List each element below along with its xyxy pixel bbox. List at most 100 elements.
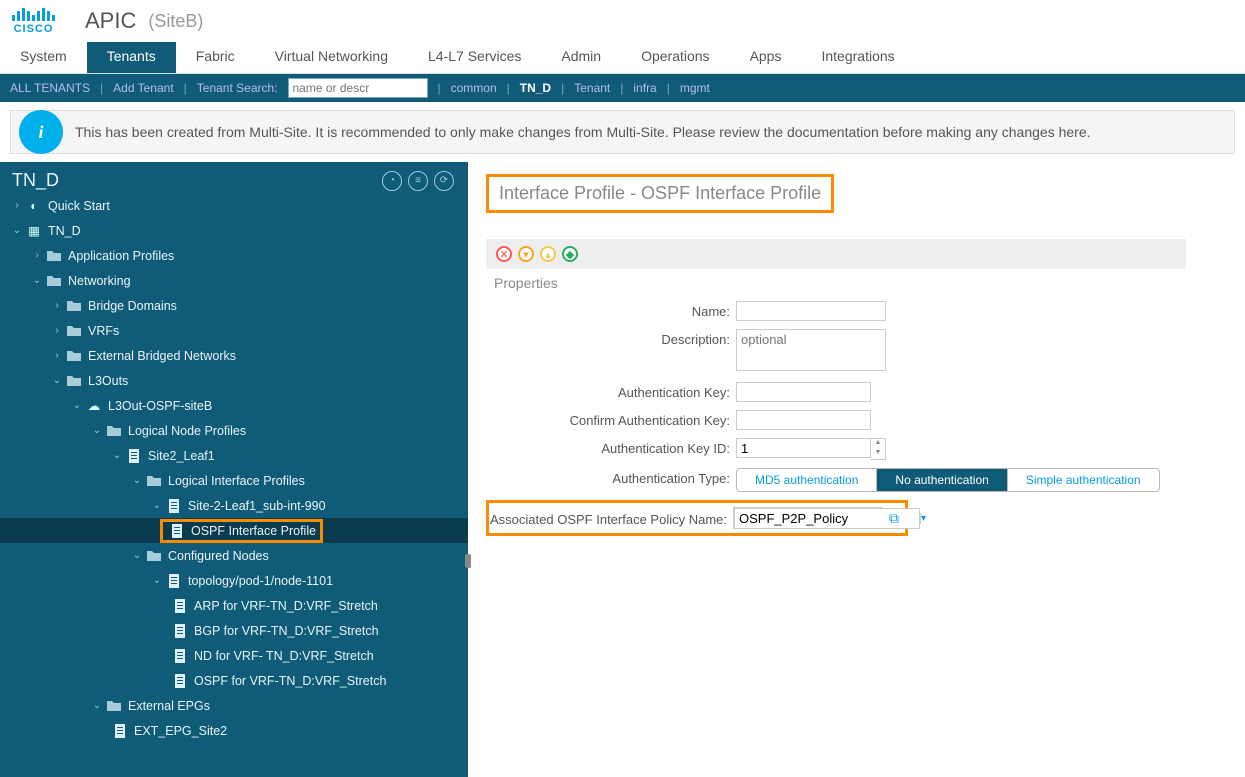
- tree-networking[interactable]: ⌄ Networking: [0, 268, 468, 293]
- authkey-input[interactable]: [736, 382, 871, 402]
- tenant-link-tnd[interactable]: TN_D: [520, 81, 551, 95]
- authkeyid-stepper[interactable]: ▲ ▼: [736, 438, 886, 460]
- fault-warning-icon[interactable]: ◆: [562, 246, 578, 262]
- pane-splitter[interactable]: [465, 554, 471, 568]
- nav-admin[interactable]: Admin: [541, 42, 621, 73]
- fault-major-icon[interactable]: ▾: [518, 246, 534, 262]
- assoc-policy-label: Associated OSPF Interface Policy Name:: [489, 509, 733, 527]
- sidebar-action-1[interactable]: ◔: [382, 171, 402, 191]
- tenant-search-input[interactable]: [288, 78, 428, 98]
- tree-tenant-root[interactable]: ⌄ ▦ TN_D: [0, 218, 468, 243]
- tree-label: ARP for VRF-TN_D:VRF_Stretch: [194, 599, 378, 613]
- tree-bgp-vrf[interactable]: BGP for VRF-TN_D:VRF_Stretch: [0, 618, 468, 643]
- tenant-link-mgmt[interactable]: mgmt: [680, 81, 710, 95]
- authkeyid-label: Authentication Key ID:: [486, 438, 736, 456]
- nav-virtual-networking[interactable]: Virtual Networking: [255, 42, 408, 73]
- doc-icon: [172, 673, 188, 689]
- step-down-icon[interactable]: ▼: [871, 449, 885, 459]
- doc-icon: [166, 573, 182, 589]
- fault-critical-icon[interactable]: ✕: [496, 246, 512, 262]
- properties-form: Name: Description: Authentication Key: C…: [486, 301, 1227, 536]
- name-input[interactable]: [736, 301, 886, 321]
- all-tenants-link[interactable]: ALL TENANTS: [10, 81, 90, 95]
- tree-subint-990[interactable]: ⌄ Site-2-Leaf1_sub-int-990: [0, 493, 468, 518]
- tree-quick-start[interactable]: › ◐ Quick Start: [0, 193, 468, 218]
- tree-ext-bridged[interactable]: › External Bridged Networks: [0, 343, 468, 368]
- tree-external-epgs[interactable]: ⌄ External EPGs: [0, 693, 468, 718]
- doc-icon: [172, 598, 188, 614]
- chevron-down-icon: ⌄: [110, 450, 124, 461]
- tree-ext-epg-site2[interactable]: EXT_EPG_Site2: [0, 718, 468, 743]
- tree-label: TN_D: [48, 224, 81, 238]
- chevron-down-icon[interactable]: ▾: [920, 513, 926, 524]
- authtype-none[interactable]: No authentication: [876, 469, 1006, 491]
- fault-status-strip: ✕ ▾ ▴ ◆: [486, 239, 1186, 269]
- authkey-label: Authentication Key:: [486, 382, 736, 400]
- step-up-icon[interactable]: ▲: [871, 439, 885, 449]
- app-name: APIC: [85, 8, 136, 34]
- tree-site2-leaf1[interactable]: ⌄ Site2_Leaf1: [0, 443, 468, 468]
- nav-apps[interactable]: Apps: [730, 42, 802, 73]
- tree-l3outs[interactable]: ⌄ L3Outs: [0, 368, 468, 393]
- folder-icon: [46, 273, 62, 289]
- tree-label: OSPF Interface Profile: [191, 524, 316, 538]
- chevron-down-icon: ⌄: [50, 375, 64, 386]
- tree-label: Site2_Leaf1: [148, 449, 215, 463]
- nav-operations[interactable]: Operations: [621, 42, 729, 73]
- folder-icon: [66, 298, 82, 314]
- tenant-link-common[interactable]: common: [451, 81, 497, 95]
- authkeyid-input[interactable]: [736, 438, 871, 458]
- tree-bridge-domains[interactable]: › Bridge Domains: [0, 293, 468, 318]
- tree-ospf-vrf[interactable]: OSPF for VRF-TN_D:VRF_Stretch: [0, 668, 468, 693]
- fault-minor-icon[interactable]: ▴: [540, 246, 556, 262]
- multisite-info-banner: i This has been created from Multi-Site.…: [10, 110, 1235, 154]
- tree-ospf-interface-profile[interactable]: OSPF Interface Profile: [0, 518, 468, 543]
- doc-icon: [169, 523, 185, 539]
- chevron-down-icon: ⌄: [130, 550, 144, 561]
- tree-logical-interface-profiles[interactable]: ⌄ Logical Interface Profiles: [0, 468, 468, 493]
- properties-section-label: Properties: [494, 275, 1227, 291]
- doc-icon: [112, 723, 128, 739]
- nav-l4l7[interactable]: L4-L7 Services: [408, 42, 541, 73]
- chevron-down-icon: ⌄: [70, 400, 84, 411]
- sidebar-action-2[interactable]: ≡: [408, 171, 428, 191]
- tenant-link-infra[interactable]: infra: [633, 81, 656, 95]
- tenant-subnav: ALL TENANTS | Add Tenant | Tenant Search…: [0, 74, 1245, 102]
- chevron-down-icon: ⌄: [130, 475, 144, 486]
- content-title: Interface Profile - OSPF Interface Profi…: [499, 183, 821, 204]
- nav-fabric[interactable]: Fabric: [176, 42, 255, 73]
- folder-icon: [146, 548, 162, 564]
- tree-label: VRFs: [88, 324, 119, 338]
- nav-integrations[interactable]: Integrations: [801, 42, 914, 73]
- tree-l3out-ospf-siteb[interactable]: ⌄ ☁ L3Out-OSPF-siteB: [0, 393, 468, 418]
- confirm-authkey-input[interactable]: [736, 410, 871, 430]
- tree-vrfs[interactable]: › VRFs: [0, 318, 468, 343]
- tree-topology-node[interactable]: ⌄ topology/pod-1/node-1101: [0, 568, 468, 593]
- sidebar-action-3[interactable]: ⟳: [434, 171, 454, 191]
- content-title-highlight: Interface Profile - OSPF Interface Profi…: [486, 174, 834, 213]
- folder-icon: [106, 698, 122, 714]
- tree-nd-vrf[interactable]: ND for VRF- TN_D:VRF_Stretch: [0, 643, 468, 668]
- assoc-policy-select[interactable]: ▾: [733, 507, 883, 529]
- tenant-icon: ▦: [26, 223, 42, 239]
- nav-tenants[interactable]: Tenants: [87, 42, 176, 73]
- tree-logical-node-profiles[interactable]: ⌄ Logical Node Profiles: [0, 418, 468, 443]
- tree-label: Site-2-Leaf1_sub-int-990: [188, 499, 326, 513]
- main-nav: System Tenants Fabric Virtual Networking…: [0, 42, 1245, 74]
- nav-system[interactable]: System: [0, 42, 87, 73]
- tree-configured-nodes[interactable]: ⌄ Configured Nodes: [0, 543, 468, 568]
- open-policy-icon[interactable]: ⧉: [889, 510, 899, 527]
- tree-label: topology/pod-1/node-1101: [188, 574, 333, 588]
- tree-label: Configured Nodes: [168, 549, 269, 563]
- folder-icon: [146, 473, 162, 489]
- authtype-simple[interactable]: Simple authentication: [1007, 469, 1159, 491]
- tree-app-profiles[interactable]: › Application Profiles: [0, 243, 468, 268]
- authtype-label: Authentication Type:: [486, 468, 736, 486]
- description-input[interactable]: [736, 329, 886, 371]
- add-tenant-link[interactable]: Add Tenant: [113, 81, 174, 95]
- authtype-md5[interactable]: MD5 authentication: [737, 469, 876, 491]
- tree-label: Application Profiles: [68, 249, 174, 263]
- tenant-link-tenant[interactable]: Tenant: [574, 81, 610, 95]
- tree-arp-vrf[interactable]: ARP for VRF-TN_D:VRF_Stretch: [0, 593, 468, 618]
- tree-label: ND for VRF- TN_D:VRF_Stretch: [194, 649, 374, 663]
